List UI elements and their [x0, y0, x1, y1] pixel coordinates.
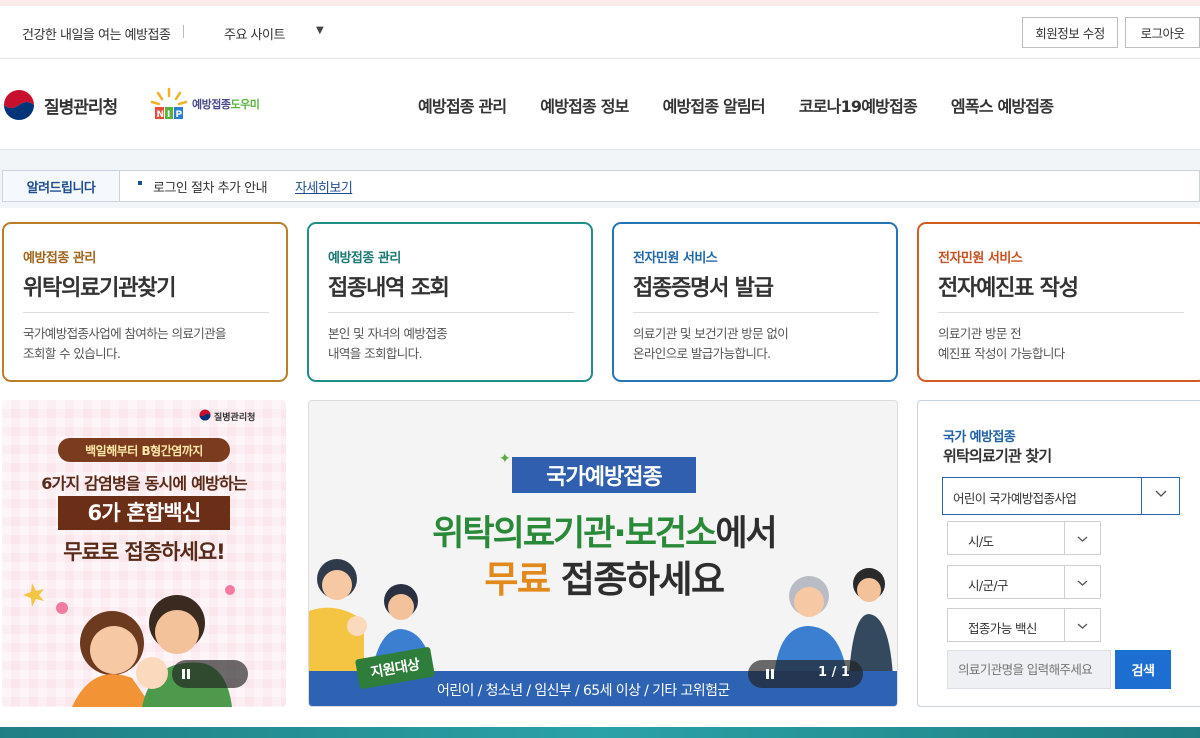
card-description: 본인 및 자녀의 예방접종 내역을 조회합니다. [328, 326, 448, 361]
banner-cta: 무료로 접종하세요! [63, 540, 225, 564]
card-category: 전자민원 서비스 [938, 251, 1023, 266]
card-description: 의료기관 방문 전 예진표 작성이 가능합니다 [938, 326, 1065, 361]
bullet-icon [138, 181, 142, 185]
kdca-mark-icon [199, 409, 211, 421]
panel-title: 위탁의료기관 찾기 [943, 447, 1052, 465]
card-title: 접종내역 조회 [328, 276, 450, 301]
sido-select-value: 시/도 [968, 534, 994, 549]
sigungu-select[interactable]: 시/군/구 [947, 565, 1101, 599]
slide-counter: 1 / 1 [818, 665, 850, 680]
card-find-clinic[interactable]: 예방접종 관리 위탁의료기관찾기 국가예방접종사업에 참여하는 의료기관을 조회할… [2, 222, 288, 382]
banner-target-text: 어린이 / 청소년 / 임신부 / 65세 이상 / 기타 고위험군 [437, 683, 730, 699]
banner-highlight: 6가 혼합백신 [58, 496, 230, 530]
svg-text:N: N [157, 110, 165, 120]
site-header: 질병관리청 N I P 예방접종도우미 예방접종 관리 예방접종 정보 예방접종… [0, 60, 1200, 150]
nav-covid19-vaccination[interactable]: 코로나19예방접종 [799, 93, 918, 117]
nav-vaccination-info[interactable]: 예방접종 정보 [540, 93, 629, 117]
sido-select[interactable]: 시/도 [947, 521, 1101, 555]
pause-icon [182, 669, 191, 679]
nip-logo-icon[interactable]: N I P [149, 86, 189, 122]
search-button[interactable]: 검색 [1115, 650, 1171, 689]
notice-more-link[interactable]: 자세히보기 [295, 177, 353, 196]
divider [328, 312, 574, 313]
star-icon: ✦ [499, 451, 511, 467]
notice-box: 알려드립니다 로그인 절차 추가 안내 자세히보기 [2, 170, 1200, 202]
card-description: 국가예방접종사업에 참여하는 의료기관을 조회할 수 있습니다. [23, 326, 227, 361]
chevron-down-icon [1077, 623, 1088, 629]
divider [633, 312, 879, 313]
banner-pill: 백일해부터 B형간염까지 [58, 438, 230, 462]
card-description: 의료기관 및 보건기관 방문 없이 온라인으로 발급가능합니다. [633, 326, 789, 361]
nav-vaccination-notices[interactable]: 예방접종 알림터 [663, 93, 766, 117]
card-certificate[interactable]: 전자민원 서비스 접종증명서 발급 의료기관 및 보건기관 방문 없이 온라인으로… [612, 222, 898, 382]
nip-name[interactable]: 예방접종도우미 [192, 96, 260, 112]
banner-left-pause-button[interactable] [172, 660, 248, 688]
site-tagline: 건강한 내일을 여는 예방접종 [22, 28, 171, 43]
divider [23, 312, 269, 313]
hexavalent-vaccine-banner[interactable]: 질병관리청 백일해부터 B형간염까지 6가지 감염병을 동시에 예방하는 6가 … [2, 400, 286, 707]
banner-tag: 국가예방접종 [512, 457, 696, 493]
pause-icon[interactable] [766, 669, 775, 679]
utility-bar: 건강한 내일을 여는 예방접종 주요 사이트 ▼ 회원정보 수정 로그아웃 [0, 6, 1200, 59]
notice-bar: 알려드립니다 로그인 절차 추가 안내 자세히보기 [0, 150, 1200, 208]
program-select-value: 어린이 국가예방접종사업 [953, 491, 1077, 506]
nav-vaccination-management[interactable]: 예방접종 관리 [418, 93, 507, 117]
main-nav: 예방접종 관리 예방접종 정보 예방접종 알림터 코로나19예방접종 엠폭스 예… [418, 93, 1054, 117]
nav-mpox-vaccination[interactable]: 엠폭스 예방접종 [951, 93, 1054, 117]
chevron-down-icon [1155, 490, 1167, 497]
notice-text[interactable]: 로그인 절차 추가 안내 [153, 177, 268, 196]
clinic-name-input[interactable] [947, 650, 1111, 689]
program-select[interactable]: 어린이 국가예방접종사업 [942, 477, 1180, 515]
major-sites-select[interactable]: 주요 사이트 [224, 24, 285, 43]
chevron-down-icon [1077, 536, 1088, 542]
card-e-questionnaire[interactable]: 전자민원 서비스 전자예진표 작성 의료기관 방문 전 예진표 작성이 가능합니다 [917, 222, 1200, 382]
banner-center-controls: 1 / 1 [748, 660, 863, 688]
notice-label: 알려드립니다 [3, 171, 120, 201]
member-edit-button[interactable]: 회원정보 수정 [1022, 17, 1118, 48]
card-title: 위탁의료기관찾기 [23, 276, 177, 301]
banner-agency: 질병관리청 [214, 413, 256, 423]
kdca-logo-icon[interactable] [3, 89, 35, 121]
family-illustration [23, 583, 235, 707]
chevron-down-icon [1077, 580, 1088, 586]
footer-accent-strip [0, 727, 1200, 738]
panel-subtitle: 국가 예방접종 [943, 430, 1016, 445]
logout-button[interactable]: 로그아웃 [1125, 17, 1200, 48]
kdca-name[interactable]: 질병관리청 [44, 93, 118, 118]
svg-text:I: I [167, 110, 170, 120]
clinic-search-panel: 국가 예방접종 위탁의료기관 찾기 어린이 국가예방접종사업 시/도 시/군/구… [917, 400, 1200, 707]
divider [183, 25, 184, 38]
card-title: 전자예진표 작성 [938, 276, 1079, 301]
vaccine-select[interactable]: 접종가능 백신 [947, 608, 1101, 642]
card-category: 전자민원 서비스 [633, 251, 718, 266]
card-category: 예방접종 관리 [328, 251, 401, 266]
vaccine-select-value: 접종가능 백신 [968, 621, 1037, 636]
caret-down-icon[interactable]: ▼ [316, 25, 324, 36]
sigungu-select-value: 시/군/구 [968, 578, 1009, 593]
card-category: 예방접종 관리 [23, 251, 96, 266]
banner-headline: 6가지 감염병을 동시에 예방하는 [41, 474, 247, 493]
svg-text:P: P [176, 110, 183, 120]
card-vaccination-history[interactable]: 예방접종 관리 접종내역 조회 본인 및 자녀의 예방접종 내역을 조회합니다. [307, 222, 593, 382]
divider [938, 312, 1184, 313]
card-title: 접종증명서 발급 [633, 276, 774, 301]
